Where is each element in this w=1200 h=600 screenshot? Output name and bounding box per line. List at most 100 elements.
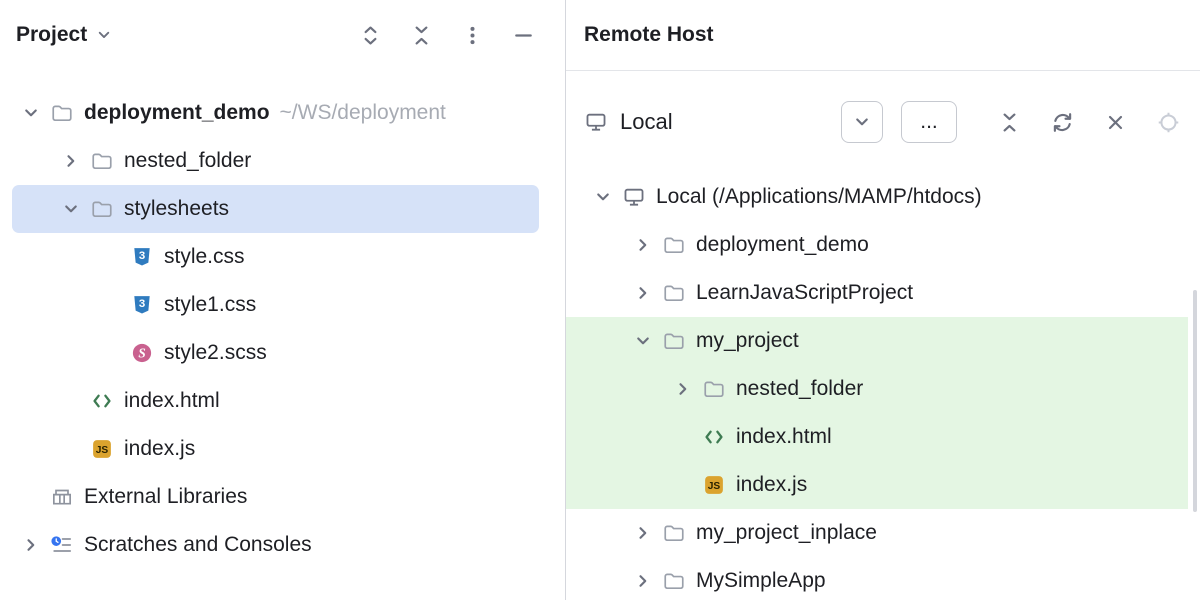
chevron-down-icon[interactable] [584, 173, 622, 221]
html-file-icon [90, 389, 114, 413]
tree-row-style2-scss[interactable]: S style2.scss [0, 329, 565, 377]
scratches-clock-icon [50, 533, 74, 557]
ide-window: Project [0, 0, 1200, 600]
tree-row-index-js[interactable]: JS index.js [0, 425, 565, 473]
tree-row-index-js-remote[interactable]: JS index.js [566, 461, 1188, 509]
tree-item-label: style2.scss [164, 341, 267, 365]
chevron-right-icon[interactable] [52, 137, 90, 185]
indent-spacer [52, 377, 90, 425]
css-file-icon: 3 [130, 245, 154, 269]
tree-row-index-html[interactable]: index.html [0, 377, 565, 425]
tree-item-label: nested_folder [736, 377, 863, 401]
tree-item-label: index.js [736, 473, 807, 497]
tree-item-label: nested_folder [124, 149, 251, 173]
tree-item-label: index.html [124, 389, 220, 413]
server-select-dropdown-button[interactable] [841, 101, 883, 143]
svg-text:S: S [138, 345, 145, 360]
folder-icon [90, 197, 114, 221]
folder-icon [662, 281, 686, 305]
tree-row-nested-folder-remote[interactable]: nested_folder [566, 365, 1188, 413]
tree-item-label: index.html [736, 425, 832, 449]
svg-text:JS: JS [708, 481, 721, 492]
refresh-icon[interactable] [1050, 110, 1074, 134]
project-tree: deployment_demo ~/WS/deployment nested_f… [0, 70, 565, 569]
tree-row-style-css[interactable]: 3 style.css [0, 233, 565, 281]
external-libraries-icon [50, 485, 74, 509]
folder-icon [662, 233, 686, 257]
locate-target-icon[interactable] [1156, 110, 1180, 134]
tree-item-label: Local (/Applications/MAMP/htdocs) [656, 185, 982, 209]
tree-item-label: style1.css [164, 293, 256, 317]
tree-item-label: my_project [696, 329, 799, 353]
remote-host-title: Remote Host [584, 23, 714, 47]
tree-row-nested-folder[interactable]: nested_folder [0, 137, 565, 185]
folder-icon [50, 101, 74, 125]
chevron-right-icon[interactable] [624, 221, 662, 269]
tree-row-deployment-demo[interactable]: deployment_demo ~/WS/deployment [0, 89, 565, 137]
indent-spacer [664, 461, 702, 509]
remote-host-toolbar: Local ... [566, 71, 1200, 173]
tree-row-mysimpleapp[interactable]: MySimpleApp [566, 557, 1200, 600]
svg-text:JS: JS [96, 445, 109, 456]
tree-item-label: index.js [124, 437, 195, 461]
svg-text:3: 3 [139, 250, 145, 262]
vertical-scrollbar[interactable] [1193, 290, 1197, 512]
tree-row-my-project-inplace[interactable]: my_project_inplace [566, 509, 1200, 557]
folder-icon [90, 149, 114, 173]
tree-row-scratches-and-consoles[interactable]: Scratches and Consoles [0, 521, 565, 569]
css-file-icon: 3 [130, 293, 154, 317]
tree-row-index-html-remote[interactable]: index.html [566, 413, 1188, 461]
folder-icon [662, 329, 686, 353]
tree-row-style1-css[interactable]: 3 style1.css [0, 281, 565, 329]
tree-item-label: LearnJavaScriptProject [696, 281, 913, 305]
remote-host-tree: Local (/Applications/MAMP/htdocs) deploy… [566, 173, 1200, 600]
folder-icon [662, 569, 686, 593]
tree-item-label: stylesheets [124, 197, 229, 221]
chevron-right-icon[interactable] [664, 365, 702, 413]
indent-spacer [92, 329, 130, 377]
more-options-kebab-icon[interactable] [460, 23, 484, 47]
collapse-all-icon[interactable] [997, 110, 1021, 134]
chevron-right-icon[interactable] [624, 557, 662, 600]
tree-row-stylesheets[interactable]: stylesheets [0, 185, 565, 233]
tree-row-local-root[interactable]: Local (/Applications/MAMP/htdocs) [566, 173, 1200, 221]
hide-tool-window-icon[interactable] [511, 23, 535, 47]
tree-row-my-project[interactable]: my_project [566, 317, 1188, 365]
server-select-value[interactable]: Local [620, 109, 673, 135]
project-header: Project [0, 0, 565, 70]
tree-item-label: deployment_demo [84, 101, 270, 125]
remote-host-header: Remote Host [566, 0, 1200, 71]
tree-row-deployment-demo-remote[interactable]: deployment_demo [566, 221, 1200, 269]
folder-icon [702, 377, 726, 401]
close-icon[interactable] [1103, 110, 1127, 134]
browse-remote-hosts-button[interactable]: ... [901, 101, 957, 143]
project-path-hint: ~/WS/deployment [280, 101, 446, 125]
tree-item-label: External Libraries [84, 485, 247, 509]
project-tool-window: Project [0, 0, 566, 600]
more-button-label: ... [920, 110, 938, 134]
chevron-right-icon[interactable] [624, 269, 662, 317]
tree-item-label: style.css [164, 245, 245, 269]
html-file-icon [702, 425, 726, 449]
indent-spacer [52, 425, 90, 473]
tree-row-external-libraries[interactable]: External Libraries [0, 473, 565, 521]
server-monitor-icon [584, 110, 608, 134]
collapse-all-icon[interactable] [409, 23, 433, 47]
chevron-down-icon[interactable] [624, 317, 662, 365]
project-view-title[interactable]: Project [16, 23, 87, 47]
tree-item-label: deployment_demo [696, 233, 869, 257]
chevron-down-icon[interactable] [12, 89, 50, 137]
indent-spacer [92, 281, 130, 329]
chevron-right-icon[interactable] [624, 509, 662, 557]
tree-row-learnjavascriptproject[interactable]: LearnJavaScriptProject [566, 269, 1200, 317]
chevron-right-icon[interactable] [12, 521, 50, 569]
server-monitor-icon [622, 185, 646, 209]
tree-item-label: my_project_inplace [696, 521, 877, 545]
remote-host-tool-window: Remote Host Local ... [566, 0, 1200, 600]
expand-all-icon[interactable] [358, 23, 382, 47]
tree-item-label: MySimpleApp [696, 569, 826, 593]
chevron-down-icon[interactable] [52, 185, 90, 233]
chevron-down-icon[interactable] [95, 26, 113, 44]
tree-item-label: Scratches and Consoles [84, 533, 312, 557]
scss-file-icon: S [130, 341, 154, 365]
